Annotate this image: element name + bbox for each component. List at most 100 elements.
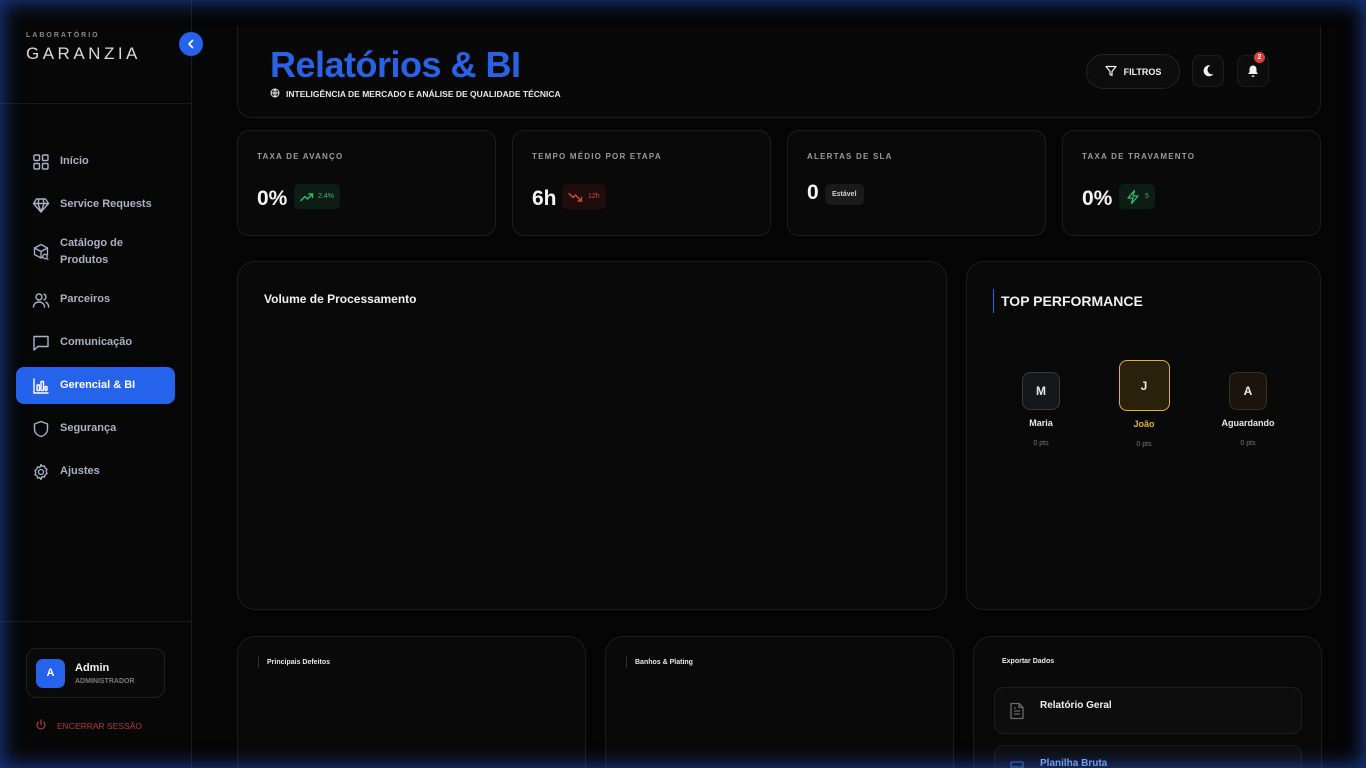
grid-icon: [32, 153, 50, 171]
theme-toggle-button[interactable]: [1192, 55, 1224, 87]
user-card[interactable]: A Admin ADMINISTRADOR: [26, 648, 165, 698]
kpi-trend-value: 12h: [588, 193, 600, 200]
moon-icon: [1203, 65, 1214, 77]
kpi-title: ALERTAS DE SLA: [807, 152, 893, 161]
sidebar-item-catalogo[interactable]: Catálogo de Produtos: [16, 229, 175, 275]
kpi-title: TAXA DE TRAVAMENTO: [1082, 152, 1196, 161]
ranking-name: Maria: [1029, 418, 1053, 428]
brand: LABORATÓRIO GARANZIA: [26, 32, 141, 64]
power-icon: [35, 719, 47, 733]
sidebar-nav: Início Service Requests Catálogo de Prod…: [16, 143, 175, 496]
volume-chart-title: Volume de Processamento: [264, 292, 417, 306]
page-header: Relatórios & BI INTELIGÊNCIA DE MERCADO …: [237, 26, 1321, 118]
ranking-points: 0 pts: [1136, 441, 1152, 448]
sidebar-item-service-requests[interactable]: Service Requests: [16, 186, 175, 223]
notification-count-badge: 2: [1254, 52, 1265, 63]
sidebar-item-gerencial-bi[interactable]: Gerencial & BI: [16, 367, 175, 404]
sidebar-item-label: Ajustes: [60, 465, 100, 477]
avatar: A: [1229, 372, 1267, 410]
users-icon: [32, 291, 50, 309]
filters-label: FILTROS: [1123, 66, 1162, 77]
volume-chart-panel: Volume de Processamento: [237, 261, 947, 610]
logout-button[interactable]: ENCERRAR SESSÃO: [35, 719, 142, 733]
kpi-trend-value: 2.4%: [318, 193, 334, 200]
kpi-status-badge: Estável: [825, 184, 864, 205]
kpi-value: 6h: [532, 187, 557, 210]
gear-icon: [32, 463, 50, 481]
kpi-value: 0%: [1082, 187, 1113, 210]
export-title: Exportar Dados: [1002, 658, 1055, 665]
plating-title: Banhos & Plating: [626, 657, 693, 668]
export-item-label: Relatório Geral: [1040, 700, 1112, 711]
spreadsheet-icon: [1009, 760, 1025, 768]
top-performance-title: TOP PERFORMANCE: [993, 289, 1143, 313]
kpi-trend-value: 5: [1145, 193, 1149, 200]
export-relatorio-geral-button[interactable]: Relatório Geral: [994, 687, 1302, 734]
divider: [0, 103, 192, 104]
sidebar-item-label: Início: [60, 155, 89, 167]
ranking-item[interactable]: A Aguardando 0 pts: [1208, 372, 1288, 447]
bar-chart-icon: [32, 377, 50, 395]
plating-panel: Banhos & Plating: [605, 636, 954, 768]
avatar: J: [1118, 360, 1170, 411]
sidebar-item-parceiros[interactable]: Parceiros: [16, 281, 175, 318]
user-role: ADMINISTRADOR: [75, 677, 135, 685]
kpi-trend-badge: 12h: [562, 184, 606, 209]
sidebar-item-ajustes[interactable]: Ajustes: [16, 453, 175, 490]
lightning-icon: [1125, 189, 1141, 205]
diamond-icon: [32, 196, 50, 214]
ranking-item[interactable]: M Maria 0 pts: [1001, 372, 1081, 447]
globe-icon: [270, 88, 280, 100]
avatar: A: [36, 658, 65, 688]
page-subtitle: INTELIGÊNCIA DE MERCADO E ANÁLISE DE QUA…: [270, 88, 561, 100]
sidebar-item-comunicacao[interactable]: Comunicação: [16, 324, 175, 361]
ranking-name: Aguardando: [1221, 418, 1275, 428]
kpi-card-taxa-avanco: TAXA DE AVANÇO 0% 2.4%: [237, 130, 496, 236]
kpi-value: 0: [807, 181, 819, 204]
sidebar-item-label: Gerencial & BI: [60, 379, 136, 391]
kpi-title: TEMPO MÉDIO POR ETAPA: [532, 152, 662, 161]
logout-label: ENCERRAR SESSÃO: [57, 721, 143, 731]
ranking-points: 0 pts: [1240, 440, 1256, 447]
page-subtitle-text: INTELIGÊNCIA DE MERCADO E ANÁLISE DE QUA…: [286, 89, 561, 99]
kpi-trend-badge: 5: [1119, 184, 1155, 209]
filter-icon: [1104, 65, 1117, 79]
sidebar: LABORATÓRIO GARANZIA Início Service Requ…: [0, 0, 192, 768]
page-title: Relatórios & BI: [270, 44, 521, 85]
sidebar-item-label: Parceiros: [60, 293, 111, 305]
export-panel: Exportar Dados Relatório Geral Planilha …: [973, 636, 1322, 768]
filters-button[interactable]: FILTROS: [1086, 54, 1180, 89]
ranking-item-leader[interactable]: J João 0 pts: [1104, 360, 1184, 448]
brand-name: GARANZIA: [26, 44, 141, 63]
notifications-button[interactable]: 2: [1237, 52, 1269, 87]
sidebar-item-label: Catálogo de Produtos: [60, 237, 123, 266]
defects-title: Principais Defeitos: [258, 657, 330, 668]
brand-caption: LABORATÓRIO: [26, 32, 100, 39]
kpi-title: TAXA DE AVANÇO: [257, 152, 344, 161]
sidebar-collapse-button[interactable]: [179, 32, 203, 56]
shield-icon: [32, 420, 50, 438]
sidebar-item-inicio[interactable]: Início: [16, 143, 175, 180]
bell-icon: [1248, 65, 1258, 77]
user-meta: Admin ADMINISTRADOR: [75, 662, 135, 685]
file-text-icon: [1009, 702, 1025, 725]
export-item-label: Planilha Bruta: [1040, 758, 1108, 768]
user-name: Admin: [75, 661, 110, 674]
export-planilha-bruta-button[interactable]: Planilha Bruta: [994, 745, 1302, 768]
ranking-name: João: [1133, 419, 1155, 429]
trending-down-icon: [568, 192, 584, 202]
defects-panel: Principais Defeitos: [237, 636, 586, 768]
avatar: M: [1022, 372, 1060, 410]
kpi-card-tempo-medio: TEMPO MÉDIO POR ETAPA 6h 12h: [512, 130, 771, 236]
sidebar-item-label: Service Requests: [60, 198, 152, 210]
ranking-points: 0 pts: [1033, 440, 1049, 447]
top-performance-panel: TOP PERFORMANCE M Maria 0 pts J João 0 p…: [966, 261, 1321, 610]
trending-up-icon: [300, 192, 314, 202]
package-search-icon: [32, 243, 50, 261]
sidebar-item-seguranca[interactable]: Segurança: [16, 410, 175, 447]
chevron-left-icon: [188, 39, 194, 49]
sidebar-item-label: Comunicação: [60, 336, 133, 348]
divider: [0, 621, 192, 622]
sidebar-item-label: Segurança: [60, 422, 117, 434]
kpi-trend-badge: 2.4%: [294, 184, 340, 209]
